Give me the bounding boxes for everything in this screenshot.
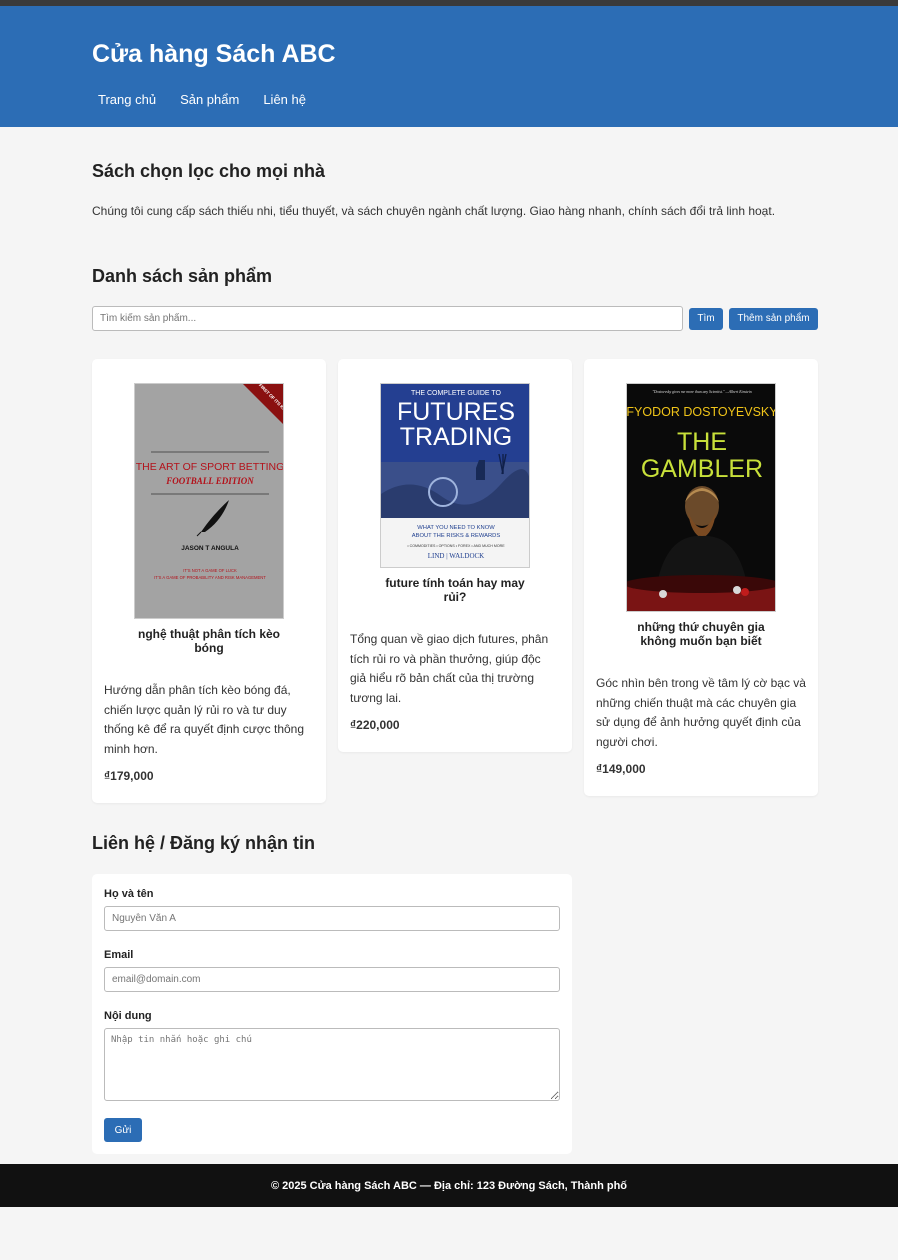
product-description: Tổng quan về giao dịch futures, phân tíc… xyxy=(350,632,549,705)
quill-icon xyxy=(201,500,229,532)
book-cover-art: FIRST OF ITS KIND THE ART OF SPORT BETTI… xyxy=(136,384,284,580)
products-heading: Danh sách sản phẩm xyxy=(92,266,273,286)
add-product-button[interactable]: Thêm sản phẩm xyxy=(729,307,818,330)
product-card[interactable]: THE COMPLETE GUIDE TO FUTURES TRADING WH… xyxy=(338,359,572,752)
product-price: ₫179,000 xyxy=(104,769,154,783)
site-header: Cửa hàng Sách ABC Trang chủ Sản phẩm Liê… xyxy=(0,6,898,127)
cover-topics: • COMMODITIES • OPTIONS • FOREX • AND MU… xyxy=(407,544,505,548)
product-card[interactable]: FIRST OF ITS KIND THE ART OF SPORT BETTI… xyxy=(92,359,326,803)
cover-tagline-2: IT'S A GAME OF PROBABILITY AND RISK MANA… xyxy=(154,575,266,580)
intro-heading: Sách chọn lọc cho mọi nhà xyxy=(92,161,326,181)
email-field[interactable] xyxy=(104,967,560,992)
name-field[interactable] xyxy=(104,906,560,931)
intro-text: Chúng tôi cung cấp sách thiếu nhi, tiểu … xyxy=(92,204,776,218)
contact-section: Liên hệ / Đăng ký nhận tin Họ và tên Ema… xyxy=(92,833,818,1154)
cover-title-1: THE xyxy=(677,428,727,456)
cover-author: FYODOR DOSTOYEVSKY xyxy=(627,405,776,419)
product-price: ₫149,000 xyxy=(596,762,646,776)
book-cover-image[interactable]: "Dostoevsky gives me more than any Scien… xyxy=(626,383,776,612)
site-footer: © 2025 Cửa hàng Sách ABC — Địa chỉ: 123 … xyxy=(0,1164,898,1207)
cover-title-2: TRADING xyxy=(400,423,513,451)
cover-author: LIND | WALDOCK xyxy=(428,552,485,560)
footer-text: © 2025 Cửa hàng Sách ABC — Địa chỉ: 123 … xyxy=(270,1179,628,1192)
nav-home[interactable]: Trang chủ xyxy=(92,88,162,112)
message-field[interactable] xyxy=(104,1028,560,1101)
product-grid: FIRST OF ITS KIND THE ART OF SPORT BETTI… xyxy=(92,359,818,803)
product-name: những thứ chuyên gia không muốn bạn biết xyxy=(637,620,765,648)
site-title: Cửa hàng Sách ABC xyxy=(92,40,336,68)
message-label: Nội dung xyxy=(104,1010,152,1022)
products-section: Danh sách sản phẩm Tìm Thêm sản phẩm FIR… xyxy=(92,266,818,803)
email-label: Email xyxy=(104,949,134,961)
main-nav: Trang chủ Sản phẩm Liên hệ xyxy=(92,88,806,112)
product-description: Hướng dẫn phân tích kèo bóng đá, chiến l… xyxy=(104,683,305,756)
product-description: Góc nhìn bên trong về tâm lý cờ bạc và n… xyxy=(596,676,806,749)
product-price: ₫220,000 xyxy=(350,718,400,732)
name-label: Họ và tên xyxy=(104,888,154,900)
cover-subtitle-1: WHAT YOU NEED TO KNOW xyxy=(417,525,495,531)
cover-subtitle: FOOTBALL EDITION xyxy=(165,476,254,486)
search-bar: Tìm Thêm sản phẩm xyxy=(92,306,818,331)
cover-title-2: GAMBLER xyxy=(641,455,763,483)
book-cover-art: THE COMPLETE GUIDE TO FUTURES TRADING WH… xyxy=(381,384,529,567)
product-name: nghệ thuật phân tích kèo bóng xyxy=(138,627,281,655)
product-card[interactable]: "Dostoevsky gives me more than any Scien… xyxy=(584,359,818,796)
search-input[interactable] xyxy=(92,306,683,331)
cover-quote: "Dostoevsky gives me more than any Scien… xyxy=(652,390,751,394)
cover-title-1: FUTURES xyxy=(397,398,515,426)
contact-heading: Liên hệ / Đăng ký nhận tin xyxy=(92,833,316,853)
cover-top-text: THE COMPLETE GUIDE TO xyxy=(411,390,502,397)
product-name: future tính toán hay may rủi? xyxy=(385,576,525,604)
search-button[interactable]: Tìm xyxy=(689,307,723,330)
book-cover-image[interactable]: THE COMPLETE GUIDE TO FUTURES TRADING WH… xyxy=(380,383,530,568)
cover-subtitle-2: ABOUT THE RISKS & REWARDS xyxy=(412,533,501,539)
cover-tagline-1: IT'S NOT A GAME OF LUCK xyxy=(183,568,237,573)
cover-author: JASON T ANGULA xyxy=(181,545,239,552)
intro-section: Sách chọn lọc cho mọi nhà Chúng tôi cung… xyxy=(92,161,818,218)
book-cover-image[interactable]: FIRST OF ITS KIND THE ART OF SPORT BETTI… xyxy=(134,383,284,619)
contact-form: Họ và tên Email Nội dung Gửi xyxy=(92,874,572,1154)
nav-products[interactable]: Sản phẩm xyxy=(174,88,245,112)
book-cover-art: "Dostoevsky gives me more than any Scien… xyxy=(627,390,776,611)
cover-title: THE ART OF SPORT BETTING xyxy=(136,461,284,473)
send-button[interactable]: Gửi xyxy=(104,1118,142,1142)
nav-contact[interactable]: Liên hệ xyxy=(257,88,312,112)
